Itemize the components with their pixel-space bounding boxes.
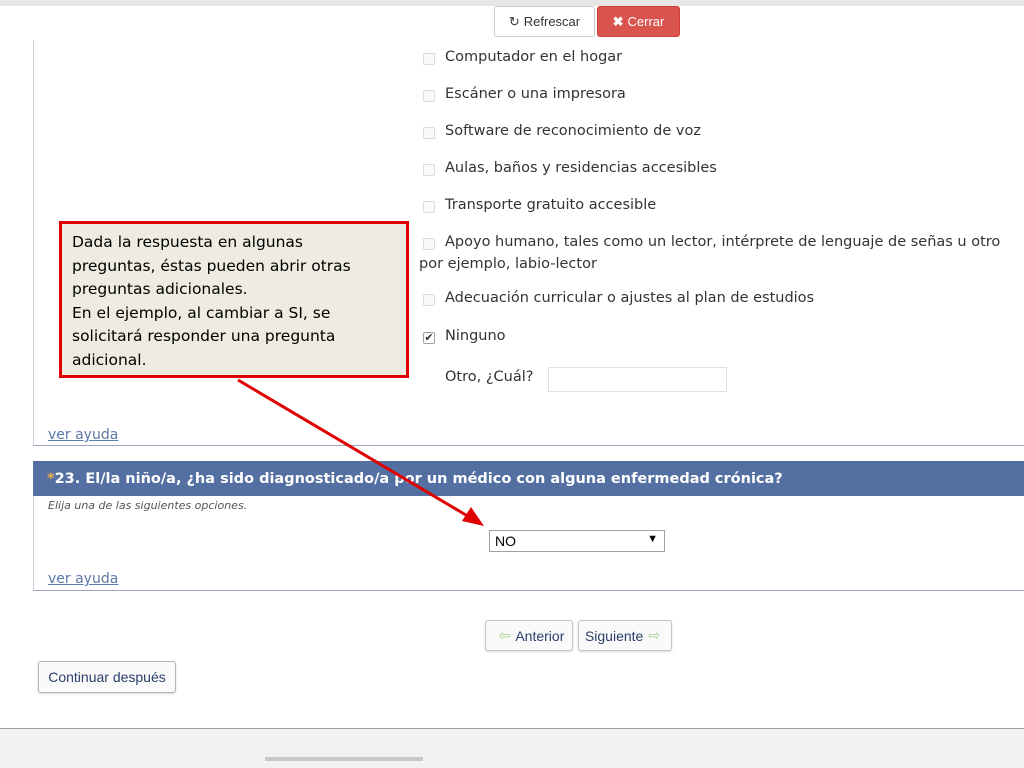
checkbox-option-7[interactable] bbox=[423, 294, 435, 306]
checkbox-option-3[interactable] bbox=[423, 127, 435, 139]
option-label-5: Transporte gratuito accesible bbox=[445, 197, 657, 213]
option-label-2: Escáner o una impresora bbox=[445, 86, 626, 102]
option-label-6-continued: por ejemplo, labio-lector bbox=[419, 256, 597, 272]
callout-line-3: preguntas adicionales. bbox=[72, 280, 248, 298]
annotation-callout: Dada la respuesta en algunas preguntas, … bbox=[59, 221, 409, 378]
callout-line-2: preguntas, éstas pueden abrir otras bbox=[72, 256, 351, 275]
help-link-q22[interactable]: ver ayuda bbox=[48, 427, 118, 443]
question-23-hint: Elija una de las siguientes opciones. bbox=[48, 499, 248, 512]
continue-later-label: Continuar después bbox=[48, 669, 166, 685]
other-input[interactable] bbox=[548, 367, 727, 392]
refresh-icon: ↻ bbox=[508, 13, 520, 29]
close-icon: ✖ bbox=[612, 13, 624, 29]
answer-select[interactable]: NO ▼ bbox=[489, 530, 665, 552]
close-button[interactable]: ✖ Cerrar bbox=[597, 6, 680, 37]
refresh-label: Refrescar bbox=[523, 14, 581, 29]
close-label: Cerrar bbox=[627, 14, 665, 29]
previous-button[interactable]: ⇦ Anterior bbox=[485, 620, 573, 651]
checkbox-option-ninguno[interactable]: ✔ bbox=[423, 332, 435, 344]
refresh-button[interactable]: ↻ Refrescar bbox=[494, 6, 595, 37]
arrow-left-icon: ⇦ bbox=[498, 627, 511, 643]
checkbox-option-5[interactable] bbox=[423, 201, 435, 213]
answer-select-value: NO bbox=[495, 533, 516, 549]
checkbox-option-2[interactable] bbox=[423, 90, 435, 102]
required-mark: * bbox=[47, 470, 55, 487]
callout-line-5: solicitará responder una pregunta bbox=[72, 327, 336, 345]
option-label-6: Apoyo humano, tales como un lector, inté… bbox=[445, 234, 1001, 250]
previous-label: Anterior bbox=[515, 627, 565, 644]
continue-later-button[interactable]: Continuar después bbox=[38, 661, 176, 693]
option-label-4: Aulas, baños y residencias accesibles bbox=[445, 160, 717, 176]
option-label-ninguno: Ninguno bbox=[445, 328, 506, 344]
checkbox-option-4[interactable] bbox=[423, 164, 435, 176]
top-toolbar: ↻ Refrescar ✖ Cerrar bbox=[0, 0, 1024, 40]
option-label-1: Computador en el hogar bbox=[445, 49, 623, 65]
help-link-q23[interactable]: ver ayuda bbox=[48, 571, 118, 587]
arrow-right-icon: ⇨ bbox=[648, 627, 661, 643]
question-23-header: * 23. El/la niño/a, ¿ha sido diagnostica… bbox=[33, 461, 1024, 496]
callout-line-6: adicional. bbox=[72, 350, 147, 369]
checkmark-icon: ✔ bbox=[424, 331, 434, 344]
horizontal-scrollbar-thumb[interactable] bbox=[265, 757, 423, 761]
next-label: Siguiente bbox=[584, 627, 644, 644]
bottom-bar bbox=[0, 729, 1024, 768]
checkbox-option-1[interactable] bbox=[423, 53, 435, 65]
callout-line-4: En el ejemplo, al cambiar a SI, se bbox=[72, 303, 331, 322]
checkbox-option-6[interactable] bbox=[423, 238, 435, 250]
option-label-7: Adecuación curricular o ajustes al plan … bbox=[445, 290, 815, 306]
next-button[interactable]: Siguiente ⇨ bbox=[578, 620, 672, 651]
callout-line-1: Dada la respuesta en algunas bbox=[72, 233, 304, 251]
option-label-3: Software de reconocimiento de voz bbox=[445, 123, 701, 139]
dropdown-arrow-icon: ▼ bbox=[647, 533, 658, 545]
other-label: Otro, ¿Cuál? bbox=[445, 369, 534, 385]
question-23-title: 23. El/la niño/a, ¿ha sido diagnosticado… bbox=[54, 470, 783, 487]
